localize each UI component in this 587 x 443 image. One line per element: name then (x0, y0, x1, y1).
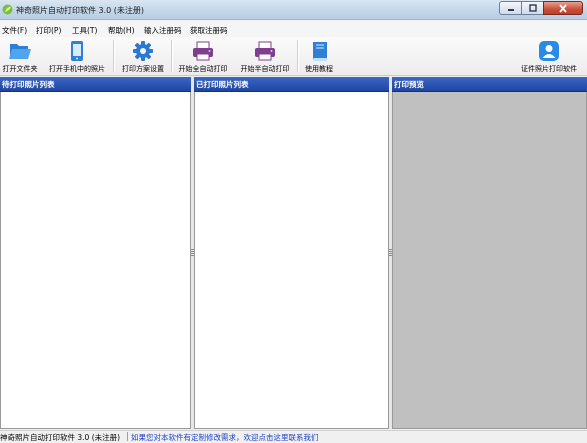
close-icon (559, 3, 567, 13)
printer-icon (193, 41, 213, 61)
id-photo-print-software-button[interactable]: 证件照片打印软件 (514, 37, 584, 75)
open-phone-photos-button[interactable]: 打开手机中的照片 (43, 37, 111, 75)
app-leaf-icon (2, 4, 13, 15)
print-scheme-settings-button[interactable]: 打印方案设置 (116, 37, 170, 75)
status-bar: 神奇照片自动打印软件 3.0 (未注册) 如果您对本软件有定制修改需求，欢迎点击… (0, 430, 587, 442)
status-app-info: 神奇照片自动打印软件 3.0 (未注册) (0, 433, 121, 442)
window-controls (499, 1, 583, 15)
print-preview-pane: 打印预览 (392, 77, 587, 429)
print-preview-area (392, 92, 587, 429)
minimize-button[interactable] (499, 1, 521, 15)
tutorial-button[interactable]: 使用教程 (300, 37, 338, 75)
status-separator (127, 432, 128, 441)
start-full-auto-print-label: 开始全自动打印 (178, 65, 228, 73)
printed-photos-pane: 已打印照片列表 (194, 77, 389, 429)
mobile-phone-icon (71, 41, 83, 61)
open-folder-button[interactable]: 打开文件夹 (0, 37, 40, 75)
toolbar-separator (297, 40, 299, 72)
start-semi-auto-print-label: 开始半自动打印 (240, 65, 290, 73)
menu-bar: 文件(F) 打印(P) 工具(T) 帮助(H) 输入注册码 获取注册码 (0, 21, 587, 37)
printed-photos-header: 已打印照片列表 (194, 77, 389, 92)
contact-us-link[interactable]: 如果您对本软件有定制修改需求，欢迎点击这里联系我们 (131, 432, 319, 443)
tutorial-label: 使用教程 (305, 65, 333, 73)
folder-open-icon (9, 44, 31, 59)
maximize-icon (528, 4, 537, 12)
toolbar: 打开文件夹 打开手机中的照片 打印方案设置 开始全自动打印 开始半自动打印 使用… (0, 37, 587, 76)
open-folder-label: 打开文件夹 (2, 65, 38, 73)
menu-help[interactable]: 帮助(H) (108, 25, 135, 36)
printed-photos-list[interactable] (194, 92, 389, 429)
menu-print[interactable]: 打印(P) (36, 25, 61, 36)
pending-photos-list[interactable] (0, 92, 191, 429)
pending-photos-header: 待打印照片列表 (0, 77, 191, 92)
close-button[interactable] (543, 1, 583, 15)
pending-photos-pane: 待打印照片列表 (0, 77, 191, 429)
menu-enter-reg-code[interactable]: 输入注册码 (144, 25, 182, 36)
start-semi-auto-print-button[interactable]: 开始半自动打印 (235, 37, 295, 75)
window-title: 神奇照片自动打印软件 3.0 (未注册) (16, 6, 145, 15)
menu-get-reg-code[interactable]: 获取注册码 (190, 25, 228, 36)
open-phone-photos-label: 打开手机中的照片 (49, 65, 105, 73)
toolbar-separator (113, 40, 115, 72)
user-id-icon (539, 41, 559, 61)
maximize-button[interactable] (521, 1, 543, 15)
print-preview-header: 打印预览 (392, 77, 587, 92)
id-photo-print-software-label: 证件照片打印软件 (521, 65, 577, 73)
book-icon (313, 42, 327, 61)
printer-icon (255, 41, 275, 61)
print-scheme-settings-label: 打印方案设置 (122, 65, 164, 73)
minimize-icon (507, 9, 514, 11)
start-full-auto-print-button[interactable]: 开始全自动打印 (173, 37, 233, 75)
menu-file[interactable]: 文件(F) (2, 25, 27, 36)
menu-tools[interactable]: 工具(T) (72, 25, 97, 36)
title-bar[interactable]: 神奇照片自动打印软件 3.0 (未注册) (0, 0, 587, 20)
gear-icon (133, 41, 153, 61)
